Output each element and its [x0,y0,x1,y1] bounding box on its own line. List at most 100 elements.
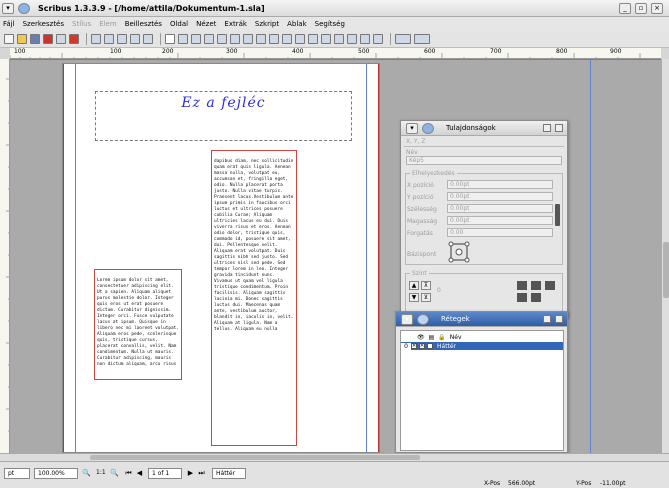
pdf-export-icon[interactable] [69,34,79,44]
text-frame-icon[interactable] [178,34,188,44]
first-page-icon[interactable]: ⏮ [124,469,133,478]
pdf-tools-icon[interactable] [395,34,411,44]
flip-horizontal-icon[interactable] [517,281,527,290]
menu-style[interactable]: Stílus [72,20,91,28]
tab-xyz[interactable]: X, Y, Z [406,138,426,145]
vertical-scrollbar[interactable] [661,59,669,453]
paste-icon[interactable] [143,34,153,44]
bottom-icon[interactable]: ⊻ [421,293,431,302]
eyedropper-icon[interactable] [373,34,383,44]
polygon-icon[interactable] [230,34,240,44]
edit-text-icon[interactable] [308,34,318,44]
layers-list[interactable]: 👁 ▤ 🔒 Név 0 ✕ ✕ Háttér [400,330,564,451]
guide-line[interactable] [10,59,661,60]
shape-icon[interactable] [217,34,227,44]
save-icon[interactable] [30,34,40,44]
top-icon[interactable]: ⊼ [421,281,431,290]
layer-print-checkbox[interactable]: ✕ [419,343,425,349]
measure-icon[interactable] [347,34,357,44]
layer-lock-checkbox[interactable] [427,343,433,349]
xpos-field[interactable]: 0.00pt [447,180,553,189]
width-field[interactable]: 0.00pt [447,204,553,213]
link-frames-icon[interactable] [321,34,331,44]
menu-page[interactable]: Oldal [170,20,188,28]
pdf-annotations-icon[interactable] [414,34,430,44]
menu-file[interactable]: Fájl [3,20,15,28]
last-page-icon[interactable]: ⏭ [197,469,206,478]
raise-icon[interactable]: ▲ [409,281,419,290]
shade-icon[interactable] [543,124,551,132]
panel-menu-icon[interactable]: ▾ [401,313,413,325]
guide-line[interactable] [590,59,591,453]
freehand-icon[interactable] [269,34,279,44]
zoom-ratio[interactable]: 1:1 [96,469,106,476]
zoom-out-icon[interactable]: 🔍 [82,469,91,478]
rotation-field[interactable]: 0.00 [447,228,553,237]
table-icon[interactable] [204,34,214,44]
close-icon[interactable]: × [651,3,663,14]
shade-icon[interactable] [543,315,551,323]
unit-select[interactable]: pt [4,468,30,479]
layer-row[interactable]: 0 ✕ ✕ Háttér [401,342,563,350]
menu-insert[interactable]: Beillesztés [125,20,162,28]
vertical-scroll-thumb[interactable] [663,242,669,298]
menu-view[interactable]: Nézet [196,20,216,28]
layer-select[interactable]: Háttér [212,468,246,479]
menu-script[interactable]: Szkript [255,20,279,28]
close-icon[interactable] [555,124,563,132]
horizontal-ruler[interactable]: 100 100 200 300 400 500 600 700 800 900 [10,48,661,59]
zoom-field[interactable]: 100.00% [34,468,78,479]
close-doc-icon[interactable] [43,34,53,44]
layer-name[interactable]: Háttér [437,343,456,350]
link-proportions-icon[interactable] [555,204,560,226]
layers-title-bar[interactable]: ▾ Rétegek [396,312,567,327]
cut-icon[interactable] [117,34,127,44]
size-lock-icon[interactable] [531,293,541,302]
panel-menu-icon[interactable]: ▾ [406,122,418,134]
unlink-frames-icon[interactable] [334,34,344,44]
minimize-icon[interactable]: _ [619,3,631,14]
window-menu-icon[interactable]: ▾ [2,2,14,14]
lock-icon[interactable] [545,281,555,290]
menu-extras[interactable]: Extrák [224,20,247,28]
select-pointer-icon[interactable] [165,34,175,44]
close-icon[interactable] [555,315,563,323]
maximize-icon[interactable]: ▫ [635,3,647,14]
text-frame-right[interactable]: dapibus diam, nec sollicitudin quam erat… [211,150,297,446]
document-page[interactable]: Ez a fejléc dapibus diam, nec sollicitud… [62,63,380,453]
basepoint-selector-icon[interactable] [448,241,470,263]
menu-windows[interactable]: Ablak [287,20,307,28]
redo-icon[interactable] [104,34,114,44]
lower-icon[interactable]: ▼ [409,293,419,302]
image-frame-icon[interactable] [191,34,201,44]
text-frame-left[interactable]: Lorem ipsum dolor sit amet, consectetuer… [94,269,182,380]
flip-vertical-icon[interactable] [531,281,541,290]
horizontal-scrollbar[interactable] [0,453,669,461]
undo-icon[interactable] [91,34,101,44]
ypos-field[interactable]: 0.00pt [447,192,553,201]
header-text-frame[interactable]: Ez a fejléc [95,91,352,141]
menu-help[interactable]: Segítség [315,20,345,28]
zoom-icon[interactable] [295,34,305,44]
layer-visible-checkbox[interactable]: ✕ [411,343,417,349]
height-field[interactable]: 0.00pt [447,216,553,225]
copy-icon[interactable] [130,34,140,44]
new-document-icon[interactable] [4,34,14,44]
name-field[interactable]: Kép5 [406,156,562,165]
previous-page-icon[interactable]: ◀ [135,469,144,478]
menu-edit[interactable]: Szerkesztés [23,20,64,28]
next-page-icon[interactable]: ▶ [186,469,195,478]
copy-properties-icon[interactable] [360,34,370,44]
menu-item[interactable]: Elem [99,20,117,28]
open-folder-icon[interactable] [17,34,27,44]
print-icon[interactable] [56,34,66,44]
bezier-icon[interactable] [256,34,266,44]
printable-icon[interactable] [517,293,527,302]
zoom-in-icon[interactable]: 🔍 [110,469,119,478]
horizontal-scroll-thumb[interactable] [90,455,420,460]
vertical-ruler[interactable] [0,59,10,453]
rotate-icon[interactable] [282,34,292,44]
line-icon[interactable] [243,34,253,44]
properties-title-bar[interactable]: ▾ Tulajdonságok [401,121,567,136]
page-select[interactable]: 1 of 1 [148,468,182,479]
